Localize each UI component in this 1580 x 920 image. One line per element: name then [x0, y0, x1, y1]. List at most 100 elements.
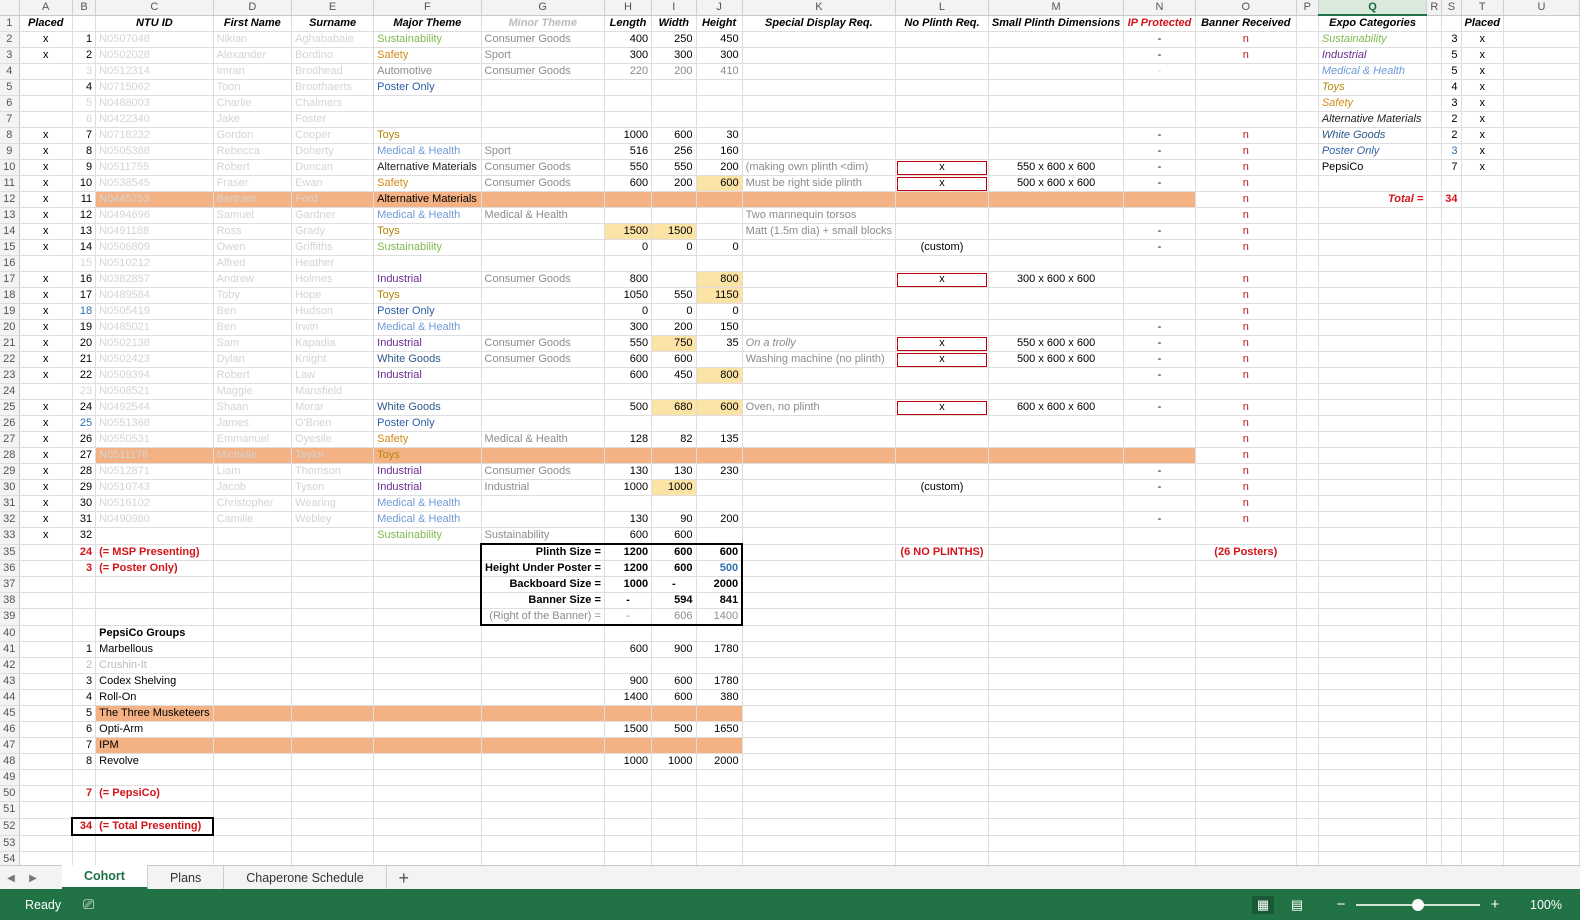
cell-q[interactable]: [1318, 689, 1428, 706]
cell-t[interactable]: [1461, 383, 1505, 400]
cell-o[interactable]: [1195, 818, 1297, 836]
cell-d[interactable]: [213, 689, 293, 706]
cell-p[interactable]: [1296, 287, 1319, 304]
cell-a[interactable]: x: [19, 127, 73, 144]
cell-u[interactable]: [1503, 851, 1580, 865]
cell-p[interactable]: [1296, 641, 1319, 658]
cell-u[interactable]: [1503, 608, 1580, 626]
cell-j[interactable]: 230: [696, 463, 743, 480]
cell-l[interactable]: [895, 223, 989, 240]
cell-f[interactable]: [373, 769, 482, 786]
cell-j[interactable]: [696, 737, 743, 754]
cell-g[interactable]: Medical & Health: [481, 431, 605, 448]
row-header[interactable]: 3: [0, 47, 20, 64]
cell-h[interactable]: [604, 111, 653, 128]
cell-j[interactable]: 600: [696, 399, 743, 416]
cell-k[interactable]: Matt (1.5m dia) + small blocks: [742, 223, 897, 240]
cell-f[interactable]: [373, 544, 482, 561]
cell-t[interactable]: [1461, 560, 1505, 577]
cell-m[interactable]: [988, 592, 1125, 609]
column-header-r[interactable]: R: [1426, 0, 1443, 16]
cell-n[interactable]: [1123, 576, 1196, 593]
cell-g[interactable]: [481, 495, 605, 512]
cell-q[interactable]: [1318, 463, 1428, 480]
cell-j[interactable]: [696, 835, 743, 852]
cell-l[interactable]: [895, 835, 989, 852]
cell-n[interactable]: [1123, 818, 1196, 836]
cell-d[interactable]: Shaan: [213, 399, 293, 416]
column-header-h[interactable]: H: [604, 0, 653, 16]
cell-n[interactable]: -: [1123, 239, 1196, 256]
cell-h[interactable]: 1400: [604, 689, 653, 706]
cell-i[interactable]: 250: [651, 31, 697, 48]
cell-l[interactable]: x: [895, 271, 989, 288]
cell-j[interactable]: [696, 705, 743, 722]
cell-o[interactable]: n: [1195, 303, 1297, 320]
cell-m[interactable]: [988, 95, 1125, 112]
cell-g[interactable]: Banner Size =: [480, 592, 605, 609]
cell-s[interactable]: [1441, 335, 1462, 352]
cell-l[interactable]: [895, 463, 989, 480]
cell-i[interactable]: 600: [651, 527, 697, 545]
cell-k[interactable]: Must be right side plinth: [742, 175, 897, 192]
cell-e[interactable]: Ewan: [291, 175, 375, 192]
cell-g[interactable]: Sport: [481, 47, 605, 64]
cell-l[interactable]: [895, 63, 989, 80]
cell-d[interactable]: [213, 560, 293, 577]
cell-m[interactable]: [988, 367, 1125, 384]
cell-l[interactable]: [895, 127, 989, 144]
cell-a[interactable]: x: [19, 207, 73, 224]
cell-d[interactable]: Imran: [213, 63, 293, 80]
cell-b[interactable]: 23: [72, 383, 97, 400]
cell-c[interactable]: PepsiCo Groups: [95, 625, 214, 642]
cell-j[interactable]: 380: [696, 689, 743, 706]
cell-u[interactable]: [1503, 560, 1580, 577]
cell-j[interactable]: 800: [696, 367, 743, 384]
cell-s[interactable]: [1441, 223, 1462, 240]
cell-p[interactable]: [1296, 207, 1319, 224]
column-header-t[interactable]: T: [1461, 0, 1505, 16]
cell-h[interactable]: 800: [604, 271, 653, 288]
cell-n[interactable]: -: [1123, 463, 1196, 480]
cell-p[interactable]: [1296, 673, 1319, 690]
cell-h[interactable]: 600: [604, 527, 653, 545]
cell-d[interactable]: Jacob: [213, 479, 293, 496]
cell-i[interactable]: 1000: [651, 479, 697, 496]
cell-l[interactable]: [895, 31, 989, 48]
cell-n[interactable]: [1123, 383, 1196, 400]
cell-s[interactable]: 2: [1441, 127, 1462, 144]
cell-g[interactable]: Consumer Goods: [481, 463, 605, 480]
select-all-corner[interactable]: [0, 0, 20, 16]
cell-l[interactable]: [895, 319, 989, 336]
cell-r[interactable]: [1426, 527, 1443, 545]
cell-p[interactable]: [1296, 223, 1319, 240]
cell-l[interactable]: [895, 705, 989, 722]
cell-h[interactable]: 1200: [604, 543, 653, 561]
cell-b[interactable]: [72, 576, 97, 593]
cell-r[interactable]: [1426, 79, 1443, 96]
cell-s[interactable]: [1441, 673, 1462, 690]
cell-b[interactable]: 1: [72, 31, 97, 48]
cell-i[interactable]: 550: [651, 287, 697, 304]
cell-p[interactable]: [1296, 351, 1319, 368]
cell-r[interactable]: [1426, 111, 1443, 128]
cell-h[interactable]: 1500: [604, 721, 653, 738]
cell-q[interactable]: [1318, 673, 1428, 690]
cell-q[interactable]: [1318, 495, 1428, 512]
cell-p[interactable]: [1296, 143, 1319, 160]
cell-c[interactable]: N0502138: [95, 335, 214, 352]
cell-m[interactable]: [988, 753, 1125, 770]
cell-c[interactable]: (= PepsiCo): [95, 785, 214, 802]
cell-o[interactable]: [1195, 657, 1297, 674]
cell-q[interactable]: [1318, 527, 1428, 545]
cell-i[interactable]: 256: [651, 143, 697, 160]
row-header[interactable]: 24: [0, 383, 20, 400]
cell-r[interactable]: [1426, 544, 1443, 561]
cell-n[interactable]: [1123, 721, 1196, 738]
cell-b[interactable]: 26: [72, 431, 97, 448]
cell-n[interactable]: [1123, 303, 1196, 320]
cell-q[interactable]: [1318, 367, 1428, 384]
cell-d[interactable]: Owen: [213, 239, 293, 256]
cell-k[interactable]: Special Display Req.: [742, 15, 897, 32]
cell-f[interactable]: Sustainability: [373, 31, 482, 48]
